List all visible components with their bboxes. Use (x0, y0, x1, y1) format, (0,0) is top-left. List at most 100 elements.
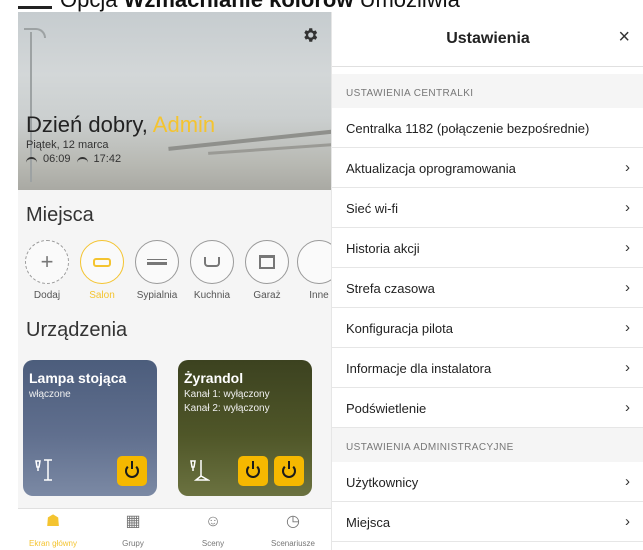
hero-lamp-head (24, 28, 46, 38)
place-label: Kuchnia (193, 290, 231, 301)
settings-item-label: Aktualizacja oprogramowania (346, 161, 516, 176)
place-label: Garaż (253, 290, 281, 301)
garage-icon (259, 255, 275, 269)
settings-item-label: Strefa czasowa (346, 281, 435, 296)
power-icon (125, 461, 139, 478)
place-label: Sypialnia (136, 290, 178, 301)
chevron-right-icon: › (625, 513, 630, 530)
other-icon (297, 240, 331, 284)
settings-item-label: Konfiguracja pilota (346, 321, 453, 336)
section-admin-settings: USTAWIENIA ADMINISTRACYJNE (332, 428, 643, 462)
chevron-right-icon: › (625, 359, 630, 376)
place-label: Dodaj (33, 290, 61, 301)
greeting: Dzień dobry, Admin (26, 112, 215, 138)
caption-bar (18, 6, 52, 9)
settings-header: Ustawienia × (332, 12, 643, 67)
chevron-right-icon: › (625, 239, 630, 256)
sun-times: 06:09 17:42 (26, 153, 121, 165)
device-card-chandelier[interactable]: Żyrandol Kanał 1: wyłączony Kanał 2: wył… (178, 360, 312, 496)
settings-item-installer-info[interactable]: Informacje dla instalatora › (332, 348, 643, 388)
settings-item-users[interactable]: Użytkownicy › (332, 462, 643, 502)
section-hub-settings: USTAWIENIA CENTRALKI (332, 74, 643, 108)
nav-label: Scenariusze (270, 539, 316, 548)
sunrise-time: 06:09 (43, 153, 71, 165)
settings-screen: Ustawienia × USTAWIENIA CENTRALKI Centra… (331, 12, 643, 550)
caption-text: Opcja Wzmacnianie kolorów Umożliwia (60, 0, 460, 12)
device-status: włączone (29, 389, 71, 400)
bottom-nav: ☗ Ekran główny ▦ Grupy ☺ Sceny ◷ Scenari… (18, 508, 331, 550)
devices-title: Urządzenia (26, 319, 128, 341)
places-title: Miejsca (26, 204, 94, 226)
section-label: USTAWIENIA CENTRALKI (346, 88, 474, 99)
settings-item-action-history[interactable]: Historia akcji › (332, 228, 643, 268)
screenshot: Opcja Wzmacnianie kolorów Umożliwia Dzie… (0, 0, 643, 550)
bed-icon (147, 259, 167, 265)
power-button-channel1[interactable] (238, 456, 268, 486)
chevron-right-icon: › (625, 319, 630, 336)
settings-item-firmware-update[interactable]: Aktualizacja oprogramowania › (332, 148, 643, 188)
settings-item-wifi[interactable]: Sieć wi-fi › (332, 188, 643, 228)
greeting-text: Dzień dobry, (26, 112, 148, 137)
settings-item-backlight[interactable]: Podświetlenie › (332, 388, 643, 428)
settings-item-label: Sieć wi-fi (346, 201, 399, 216)
device-status-channel2: Kanał 2: wyłączony (184, 403, 270, 414)
power-button-channel2[interactable] (274, 456, 304, 486)
nav-scenarios[interactable]: ◷ Scenariusze (258, 513, 328, 548)
settings-item-label: Użytkownicy (346, 475, 419, 490)
place-circle (190, 240, 234, 284)
settings-item-label: Centralka 1182 (połączenie bezpośrednie) (346, 121, 590, 136)
chevron-right-icon: › (625, 199, 630, 216)
nav-label: Grupy (122, 539, 144, 548)
home-screen: Dzień dobry, Admin Piątek, 12 marca 06:0… (18, 12, 331, 550)
settings-item-label: Miejsca (346, 515, 391, 530)
pot-icon (204, 257, 220, 267)
place-circle (245, 240, 289, 284)
device-name: Lampa stojąca (29, 370, 127, 386)
nav-groups[interactable]: ▦ Grupy (98, 513, 168, 548)
settings-title: Ustawienia (446, 30, 530, 47)
place-garaz[interactable]: Garaż (242, 240, 292, 301)
chevron-right-icon: › (625, 399, 630, 416)
plus-icon: + (25, 240, 69, 284)
chandelier-icon (190, 460, 210, 481)
sunrise-icon (26, 156, 37, 166)
place-add[interactable]: + Dodaj (22, 240, 72, 301)
settings-item-hub[interactable]: Centralka 1182 (połączenie bezpośrednie) (332, 108, 643, 148)
power-icon (246, 461, 260, 478)
mask-icon: ☺ (204, 513, 222, 530)
power-button[interactable] (117, 456, 147, 486)
caption-strip: Opcja Wzmacnianie kolorów Umożliwia (0, 0, 643, 12)
settings-item-label: Podświetlenie (346, 401, 427, 416)
places-list: + Dodaj Salon Sypialnia Kuchnia Garaż In… (18, 240, 331, 312)
settings-item-label: Informacje dla instalatora (346, 361, 492, 376)
settings-item-label: Historia akcji (346, 241, 420, 256)
place-inne[interactable]: Inne (294, 240, 331, 301)
gear-icon[interactable] (301, 26, 319, 44)
user-name: Admin (152, 112, 216, 137)
settings-item-places[interactable]: Miejsca › (332, 502, 643, 542)
place-circle (135, 240, 179, 284)
place-label: Inne (309, 290, 329, 301)
place-sypialnia[interactable]: Sypialnia (132, 240, 182, 301)
place-salon[interactable]: Salon (77, 240, 127, 301)
date-label: Piątek, 12 marca (26, 139, 109, 151)
nav-scenes[interactable]: ☺ Sceny (178, 513, 248, 548)
close-icon[interactable]: × (618, 26, 630, 49)
place-circle (80, 240, 124, 284)
nav-label: Sceny (201, 539, 225, 548)
section-label: USTAWIENIA ADMINISTRACYJNE (346, 442, 514, 453)
place-label: Salon (89, 290, 115, 301)
settings-item-remote-config[interactable]: Konfiguracja pilota › (332, 308, 643, 348)
sunset-time: 17:42 (93, 153, 122, 165)
home-icon: ☗ (45, 513, 61, 530)
place-kuchnia[interactable]: Kuchnia (187, 240, 237, 301)
nav-home[interactable]: ☗ Ekran główny (18, 513, 88, 548)
settings-item-timezone[interactable]: Strefa czasowa › (332, 268, 643, 308)
chevron-right-icon: › (625, 159, 630, 176)
device-card-floor-lamp[interactable]: Lampa stojąca włączone (23, 360, 157, 496)
nav-label: Ekran główny (28, 539, 78, 548)
chevron-right-icon: › (625, 473, 630, 490)
floor-lamp-icon (35, 459, 52, 481)
clock-icon: ◷ (286, 513, 300, 530)
sofa-icon (93, 257, 111, 267)
